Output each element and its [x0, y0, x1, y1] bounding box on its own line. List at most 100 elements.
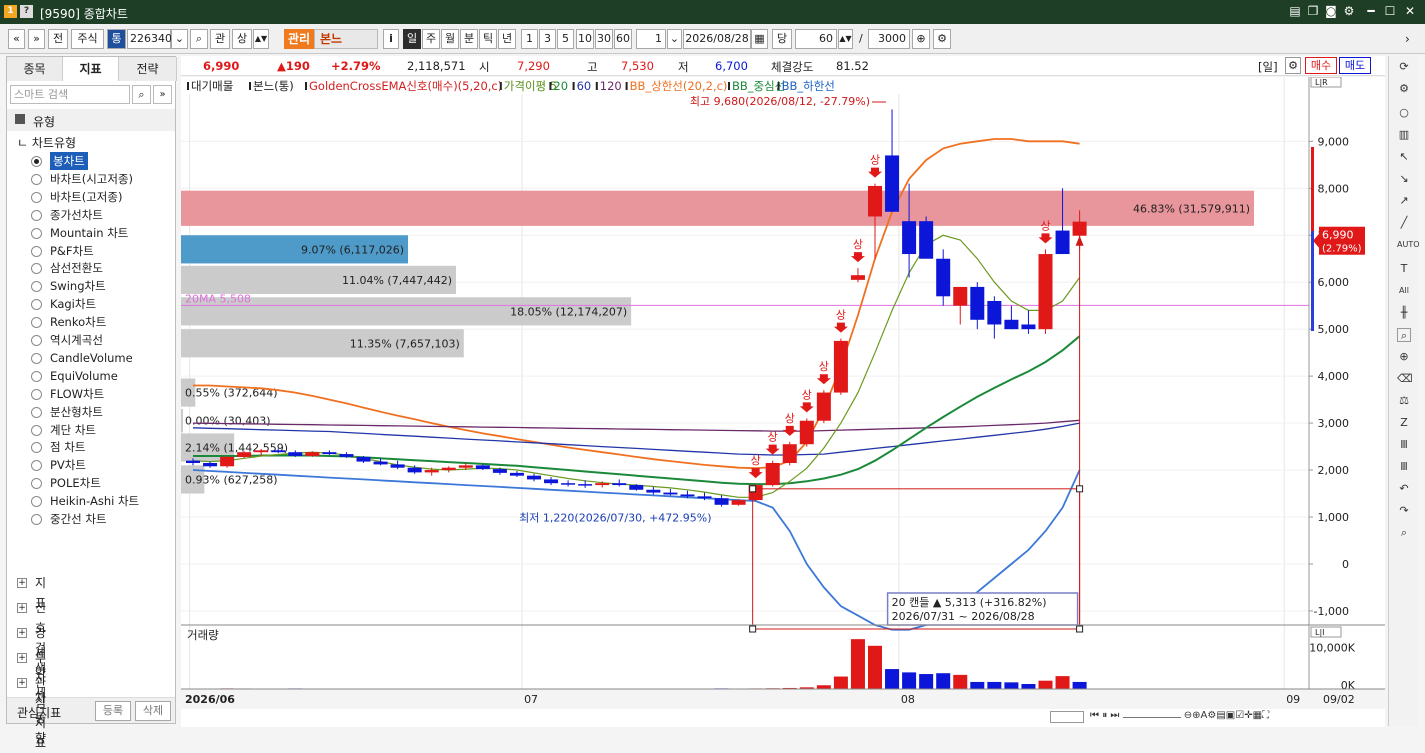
zoom-in-icon[interactable]: ⊕: [1192, 710, 1200, 721]
trend-icon[interactable]: ↘: [1397, 172, 1411, 186]
radio-icon[interactable]: [31, 406, 42, 418]
interval-30-button[interactable]: 30: [595, 29, 613, 49]
settings-icon[interactable]: ⚙: [933, 29, 951, 49]
maximize-icon[interactable]: ☐: [1382, 3, 1398, 19]
compare-icon[interactable]: ⚖: [1397, 394, 1411, 408]
market-badge[interactable]: 통: [107, 29, 126, 49]
interval-1-button[interactable]: 1: [521, 29, 538, 49]
type-group-header[interactable]: 유형: [7, 109, 175, 131]
left-tab-0[interactable]: 종목: [7, 57, 63, 81]
radio-icon[interactable]: [31, 317, 42, 329]
radio-icon[interactable]: [31, 514, 42, 525]
bottom-control-bar[interactable]: ⏮ ⏸ ⏭ ⊖⊕A⚙▤▣☑✛▦⛶: [1090, 710, 1380, 724]
period-3-button[interactable]: 분: [460, 29, 478, 49]
first-page-icon[interactable]: ⏮: [1090, 710, 1102, 721]
smart-search-input[interactable]: 스마트 검색: [10, 85, 130, 104]
fullscreen-icon[interactable]: ⛶: [1262, 710, 1269, 721]
camera-icon[interactable]: ◙: [1323, 3, 1339, 19]
prev-stock-button[interactable]: «: [8, 29, 25, 49]
interval-10-button[interactable]: 10: [576, 29, 594, 49]
market-select[interactable]: 주식: [71, 29, 104, 49]
range-box-handle[interactable]: [749, 625, 757, 633]
bars-icon[interactable]: Ⅲ: [1397, 438, 1411, 452]
crosshair-icon[interactable]: ✛: [1244, 710, 1252, 721]
period-1-button[interactable]: 주: [422, 29, 440, 49]
expand-plus-icon[interactable]: +: [17, 603, 27, 613]
redo-icon[interactable]: ↷: [1397, 504, 1411, 518]
left-tab-2[interactable]: 전략: [119, 57, 177, 81]
arrow-line-icon[interactable]: ↗: [1397, 194, 1411, 208]
undo-icon[interactable]: ↶: [1397, 482, 1411, 496]
jeon-button[interactable]: 전: [48, 29, 68, 49]
help-icon[interactable]: ?: [20, 5, 33, 18]
pointer-icon[interactable]: ↖: [1397, 150, 1411, 164]
zoom-in-icon[interactable]: ⌕: [1397, 328, 1411, 342]
sang-button[interactable]: 상: [232, 29, 252, 49]
period-4-button[interactable]: 틱: [479, 29, 497, 49]
total-count-input[interactable]: 3000: [868, 29, 910, 49]
bars-alt-icon[interactable]: Ⅲ: [1397, 460, 1411, 474]
circle-icon[interactable]: ○: [1397, 106, 1411, 120]
eraser-icon[interactable]: ⌫: [1397, 372, 1413, 386]
range-box-handle[interactable]: [1076, 485, 1084, 493]
left-tab-1[interactable]: 지표: [63, 57, 119, 81]
buy-button[interactable]: 매수: [1305, 57, 1337, 74]
close-icon[interactable]: ✕: [1402, 3, 1418, 19]
grid-icon[interactable]: ▦: [1253, 710, 1262, 721]
expand-plus-icon[interactable]: +: [17, 628, 27, 638]
stock-code-input[interactable]: 226340: [127, 29, 172, 49]
radio-icon[interactable]: [31, 335, 42, 346]
sell-button[interactable]: 매도: [1339, 57, 1371, 74]
interval-3-button[interactable]: 3: [539, 29, 556, 49]
expand-plus-icon[interactable]: +: [17, 678, 27, 688]
save-icon[interactable]: ▤: [1216, 710, 1225, 721]
radio-icon[interactable]: [31, 370, 42, 382]
count-input[interactable]: 1: [636, 29, 666, 49]
copy-icon[interactable]: ❐: [1305, 3, 1321, 19]
memo-icon[interactable]: ▤: [1287, 3, 1303, 19]
expand-icon[interactable]: ›: [1405, 32, 1410, 46]
zigzag-icon[interactable]: Z: [1397, 416, 1411, 430]
radio-icon[interactable]: [31, 281, 42, 293]
period-2-button[interactable]: 월: [441, 29, 459, 49]
gear-icon[interactable]: ⚙: [1341, 3, 1357, 19]
scroll-left-control[interactable]: [1050, 711, 1084, 723]
search-icon[interactable]: ⌕: [132, 85, 151, 104]
candle-icon[interactable]: ╫: [1397, 306, 1411, 320]
refresh-icon[interactable]: ⟳: [1397, 60, 1411, 74]
radio-icon[interactable]: [31, 442, 42, 454]
interval-5-button[interactable]: 5: [557, 29, 574, 49]
radio-icon[interactable]: [31, 496, 42, 508]
period-5-button[interactable]: 년: [498, 29, 516, 49]
display-count-input[interactable]: 60: [795, 29, 837, 49]
period-0-button[interactable]: 일: [403, 29, 421, 49]
zoom-search-icon[interactable]: ⌕: [1397, 526, 1411, 540]
radio-icon[interactable]: [31, 191, 42, 203]
radio-icon[interactable]: [31, 173, 42, 185]
settings-icon[interactable]: ⚙: [1207, 710, 1216, 721]
radio-icon[interactable]: [31, 299, 42, 311]
line-icon[interactable]: ╱: [1397, 216, 1411, 230]
radio-icon[interactable]: [31, 478, 42, 490]
bar-chart-icon[interactable]: ▥: [1397, 128, 1411, 142]
auto-line-icon[interactable]: AUTO: [1397, 238, 1420, 252]
count-dropdown-icon[interactable]: ⌄: [667, 29, 682, 49]
delete-button[interactable]: 삭제: [135, 701, 171, 721]
search-icon[interactable]: ⌕: [190, 29, 208, 49]
gear-icon[interactable]: ⚙: [1397, 82, 1411, 96]
date-input[interactable]: 2026/08/28: [683, 29, 751, 49]
expand-plus-icon[interactable]: +: [17, 653, 27, 663]
draw-icon[interactable]: ☑: [1235, 710, 1244, 721]
range-box-handle[interactable]: [749, 485, 757, 493]
text-tool-icon[interactable]: T: [1397, 262, 1411, 276]
magnet-icon[interactable]: ⊕: [1397, 350, 1411, 364]
radio-icon[interactable]: [31, 388, 42, 400]
radio-icon[interactable]: [31, 460, 42, 472]
zoom-out-icon[interactable]: ⊖: [1184, 710, 1192, 721]
radio-icon[interactable]: [31, 156, 42, 167]
radio-icon[interactable]: [31, 227, 42, 239]
expand-plus-icon[interactable]: +: [17, 578, 27, 588]
radio-icon[interactable]: [31, 263, 42, 275]
radio-icon[interactable]: [31, 424, 42, 436]
minimize-icon[interactable]: ━: [1363, 3, 1379, 19]
